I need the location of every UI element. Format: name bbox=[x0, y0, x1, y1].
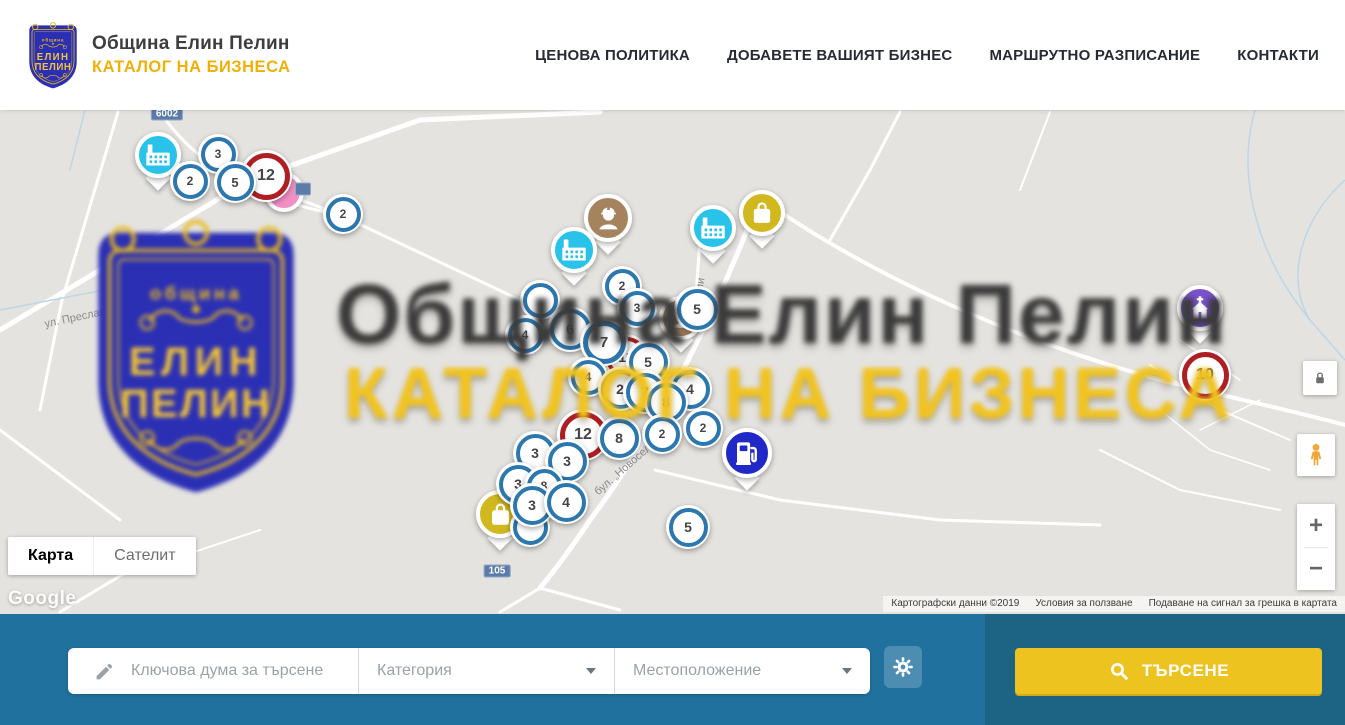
map-cluster-marker[interactable]: 2 bbox=[170, 161, 210, 201]
crest-name-line2: ПЕЛИН bbox=[35, 62, 72, 73]
site-title: Община Елин Пелин bbox=[92, 33, 290, 55]
cluster-count: 12 bbox=[257, 167, 275, 185]
lock-icon bbox=[1311, 369, 1329, 387]
municipality-crest-icon: община ЕЛИН ПЕЛИН bbox=[26, 21, 80, 90]
crest-name-line2: ПЕЛИН bbox=[120, 382, 272, 426]
map-cluster-marker[interactable]: 2 bbox=[323, 194, 363, 234]
nav-add-your-business[interactable]: ДОБАВЕТЕ ВАШИЯТ БИЗНЕС bbox=[727, 47, 952, 64]
google-logo[interactable]: Google bbox=[8, 588, 76, 610]
chevron-down-icon bbox=[842, 668, 852, 674]
watermark-subtitle: КАТАЛОГ НА БИЗНЕСА bbox=[344, 353, 1234, 435]
search-field-group: Категория Местоположение bbox=[68, 648, 870, 694]
nav-pricing-policy[interactable]: ЦЕНОВА ПОЛИТИКА bbox=[535, 47, 690, 64]
pegman-icon bbox=[1303, 440, 1329, 470]
advanced-settings-button[interactable] bbox=[884, 646, 922, 688]
zoom-in-button[interactable]: + bbox=[1297, 505, 1335, 547]
map-attribution: Картографски данни ©2019 Условия за полз… bbox=[883, 596, 1345, 612]
map-lock-button[interactable] bbox=[1303, 361, 1337, 395]
crest-name-line1: ЕЛИН bbox=[129, 340, 263, 384]
cluster-count: 5 bbox=[684, 519, 692, 535]
pencil-icon bbox=[94, 661, 115, 682]
search-bar: Категория Местоположение bbox=[0, 614, 1345, 725]
map-cluster-marker[interactable]: 5 bbox=[666, 505, 710, 549]
cluster-count: 3 bbox=[563, 453, 571, 469]
category-select[interactable]: Категория bbox=[359, 662, 614, 680]
map-type-satellite-button[interactable]: Сателит bbox=[93, 537, 195, 575]
search-button-label: ТЪРСЕНЕ bbox=[1142, 661, 1230, 681]
attribution-report-link[interactable]: Подаване на сигнал за грешка в картата bbox=[1149, 598, 1337, 609]
crest-word-top: община bbox=[42, 36, 64, 42]
site-logo[interactable]: община ЕЛИН ПЕЛИН Община Елин Пелин КАТА… bbox=[26, 21, 290, 90]
site-subtitle: КАТАЛОГ НА БИЗНЕСА bbox=[92, 58, 290, 77]
cluster-count: 5 bbox=[231, 175, 238, 190]
cluster-count: 2 bbox=[340, 207, 347, 221]
attribution-copyright: Картографски данни ©2019 bbox=[891, 598, 1019, 609]
location-select[interactable]: Местоположение bbox=[615, 662, 870, 680]
location-select-value: Местоположение bbox=[633, 662, 761, 680]
site-header: община ЕЛИН ПЕЛИН Община Елин Пелин КАТА… bbox=[0, 0, 1345, 110]
cluster-count: 3 bbox=[528, 497, 536, 513]
cluster-count: 3 bbox=[531, 445, 539, 461]
zoom-out-button[interactable]: − bbox=[1297, 548, 1335, 590]
google-map[interactable]: 3212522354613754274822128333834510 общин… bbox=[0, 110, 1345, 614]
category-select-value: Категория bbox=[377, 662, 452, 680]
watermark-crest: община ЕЛИН ПЕЛИН bbox=[85, 215, 307, 499]
crest-word-top: община bbox=[150, 282, 242, 303]
gear-icon bbox=[891, 655, 915, 679]
attribution-terms-link[interactable]: Условия за ползване bbox=[1035, 598, 1132, 609]
crest-name-line1: ЕЛИН bbox=[37, 51, 70, 62]
map-type-control: Карта Сателит bbox=[8, 537, 196, 575]
map-cluster-marker[interactable]: 5 bbox=[214, 161, 256, 203]
map-zoom-control: + − bbox=[1297, 504, 1335, 590]
cluster-count: 3 bbox=[215, 147, 222, 161]
cluster-count: 2 bbox=[187, 174, 194, 188]
watermark-title: Община Елин Пелин bbox=[336, 266, 1228, 363]
nav-contacts[interactable]: КОНТАКТИ bbox=[1237, 47, 1319, 64]
search-icon bbox=[1108, 660, 1130, 682]
map-type-map-button[interactable]: Карта bbox=[8, 537, 93, 575]
street-view-pegman-button[interactable] bbox=[1297, 434, 1335, 476]
keyword-search-input[interactable] bbox=[129, 661, 358, 681]
main-nav: ЦЕНОВА ПОЛИТИКА ДОБАВЕТЕ ВАШИЯТ БИЗНЕС МАР… bbox=[535, 47, 1319, 64]
cluster-count: 4 bbox=[562, 494, 570, 510]
keyword-section bbox=[68, 661, 358, 682]
nav-route-schedule[interactable]: МАРШРУТНО РАЗПИСАНИЕ bbox=[989, 47, 1200, 64]
search-button[interactable]: ТЪРСЕНЕ bbox=[1015, 648, 1322, 694]
chevron-down-icon bbox=[586, 668, 596, 674]
map-cluster-marker[interactable]: 4 bbox=[544, 480, 588, 524]
